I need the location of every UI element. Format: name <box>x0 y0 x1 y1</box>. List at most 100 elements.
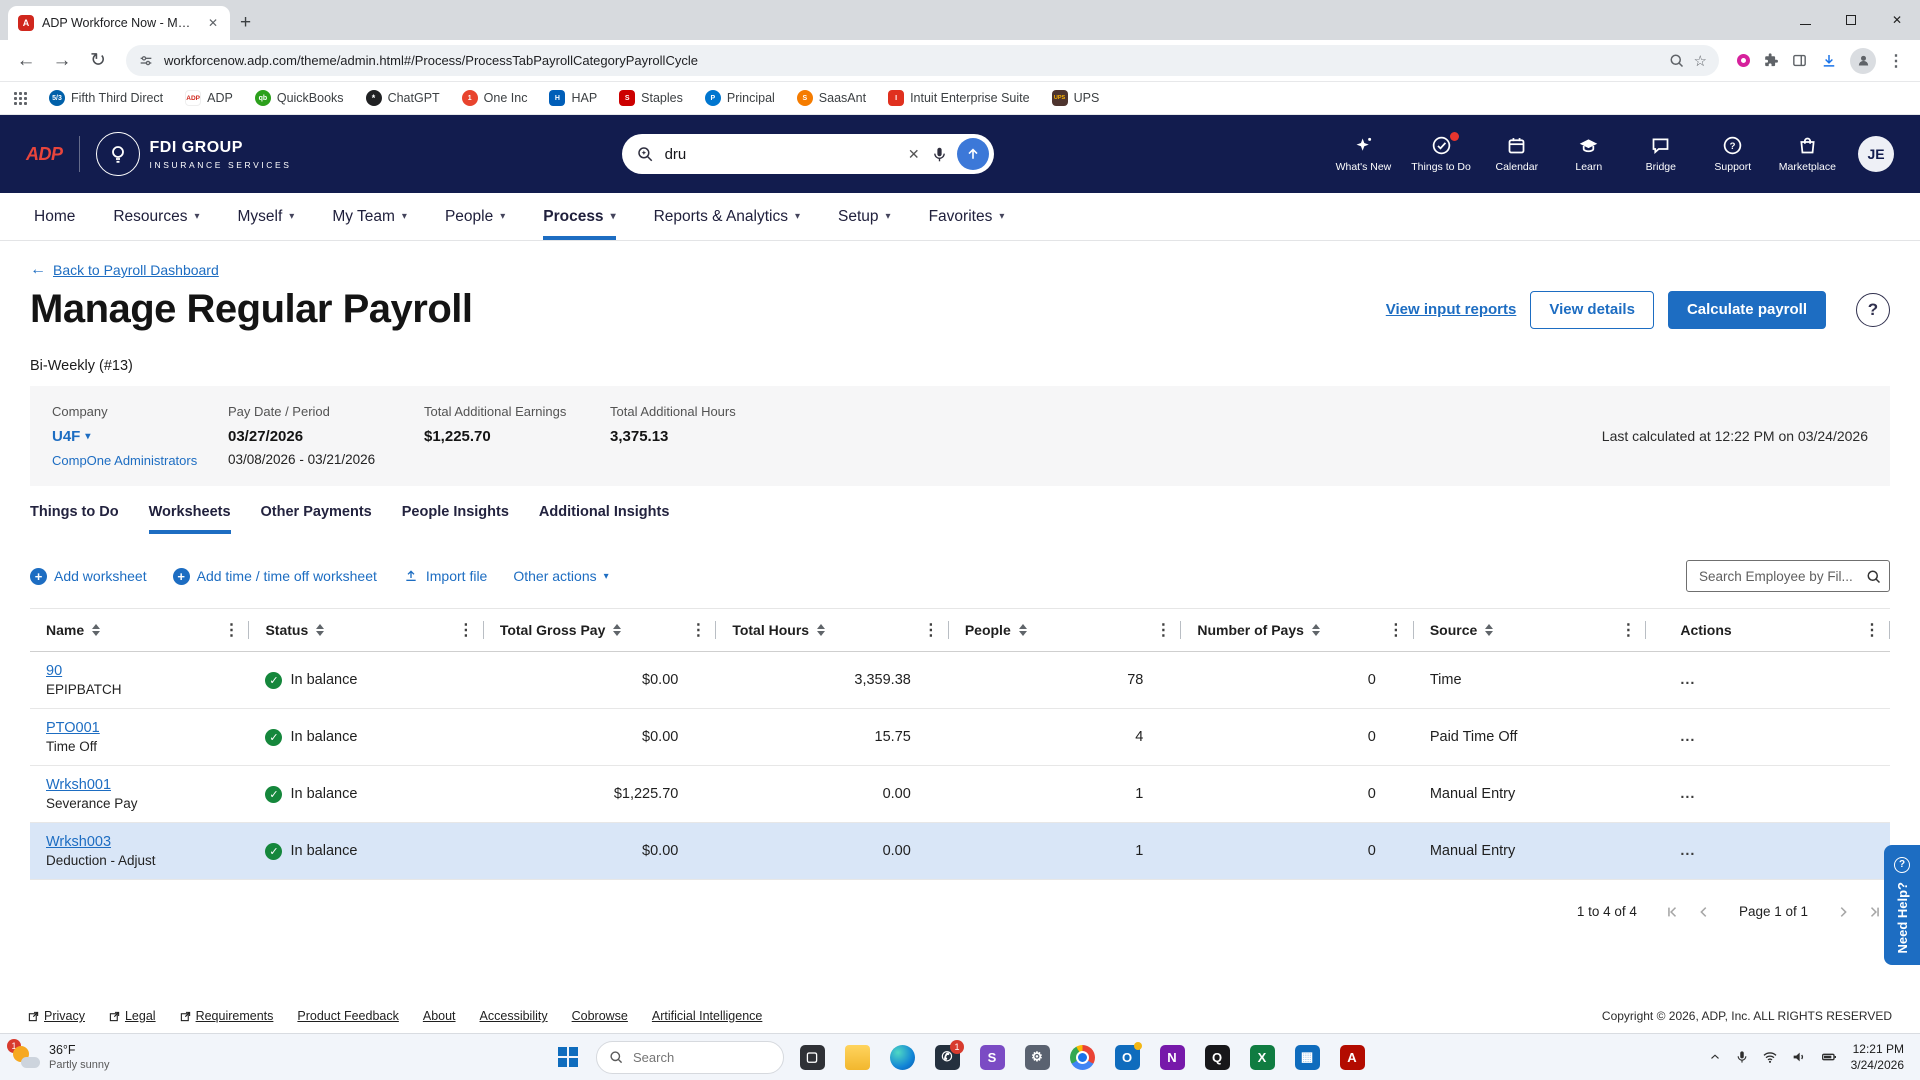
microphone-tray-icon[interactable] <box>1735 1050 1749 1064</box>
global-search[interactable]: ✕ <box>621 134 994 174</box>
zoom-icon[interactable] <box>1669 53 1684 68</box>
sort-icon[interactable] <box>817 624 826 636</box>
tab-close-icon[interactable]: ✕ <box>204 14 222 32</box>
taskbar-search-input[interactable] <box>631 1048 771 1066</box>
app-icon-q[interactable]: Q <box>1200 1040 1234 1074</box>
back-button[interactable]: ← <box>10 45 42 77</box>
column-header-actions[interactable]: Actions ⋮ <box>1646 609 1890 651</box>
column-header-status[interactable]: Status ⋮ <box>249 609 483 651</box>
sort-icon[interactable] <box>1485 624 1494 636</box>
wifi-icon[interactable] <box>1762 1049 1778 1065</box>
phone-link-icon[interactable]: 1 ✆ <box>930 1040 964 1074</box>
marketplace-button[interactable]: Marketplace <box>1779 135 1836 173</box>
footer-cobrowse-link[interactable]: Cobrowse <box>572 1009 628 1023</box>
footer-accessibility-link[interactable]: Accessibility <box>480 1009 548 1023</box>
sort-icon[interactable] <box>316 624 325 636</box>
learn-button[interactable]: Learn <box>1563 135 1615 173</box>
downloads-icon[interactable] <box>1820 52 1838 70</box>
footer-requirements-link[interactable]: Requirements <box>180 1009 273 1023</box>
footer-about-link[interactable]: About <box>423 1009 456 1023</box>
worksheet-name-link[interactable]: Wrksh003 <box>46 834 111 850</box>
add-worksheet-button[interactable]: + Add worksheet <box>30 567 147 585</box>
start-button[interactable] <box>551 1040 585 1074</box>
table-row[interactable]: 90 EPIPBATCH ✓ In balance $0.00 3,359.38 7… <box>30 652 1890 709</box>
first-page-icon[interactable] <box>1665 905 1679 919</box>
employee-search[interactable] <box>1686 560 1890 592</box>
bookmark-saasant[interactable]: S SaasAnt <box>796 90 866 106</box>
column-menu-icon[interactable]: ⋮ <box>923 620 939 640</box>
worksheet-name-link[interactable]: Wrksh001 <box>46 777 111 793</box>
tab-things-to-do[interactable]: Things to Do <box>30 504 119 534</box>
column-menu-icon[interactable]: ⋮ <box>1620 620 1636 640</box>
bookmark-one-inc[interactable]: 1 One Inc <box>461 90 527 106</box>
address-bar[interactable]: workforcenow.adp.com/theme/admin.html#/P… <box>126 45 1719 76</box>
extensions-puzzle-icon[interactable] <box>1762 52 1779 69</box>
column-menu-icon[interactable]: ⋮ <box>1864 620 1880 640</box>
help-button[interactable]: ? <box>1856 292 1890 327</box>
column-menu-icon[interactable]: ⋮ <box>1155 620 1171 640</box>
view-input-reports-link[interactable]: View input reports <box>1386 301 1517 318</box>
worksheet-name-link[interactable]: PTO001 <box>46 720 100 736</box>
row-actions-menu[interactable]: ... <box>1680 672 1695 688</box>
extension-pink-icon[interactable] <box>1737 54 1750 67</box>
bookmark-adp[interactable]: ADP ADP <box>185 90 233 106</box>
calculate-payroll-button[interactable]: Calculate payroll <box>1667 290 1826 329</box>
bookmark-principal[interactable]: P Principal <box>704 90 775 106</box>
sort-icon[interactable] <box>613 624 622 636</box>
nav-myself[interactable]: Myself ▾ <box>237 193 294 240</box>
whats-new-button[interactable]: What's New <box>1336 135 1391 173</box>
other-actions-dropdown[interactable]: Other actions ▾ <box>513 568 608 584</box>
forward-button[interactable]: → <box>46 45 78 77</box>
bookmark-ups[interactable]: UPS UPS <box>1051 90 1099 106</box>
column-header-number-of-pays[interactable]: Number of Pays ⋮ <box>1181 609 1414 651</box>
apps-grid-icon[interactable] <box>14 91 27 105</box>
excel-icon[interactable]: X <box>1245 1040 1279 1074</box>
acrobat-icon[interactable]: A <box>1335 1040 1369 1074</box>
nav-people[interactable]: People ▾ <box>445 193 505 240</box>
bookmark-quickbooks[interactable]: qb QuickBooks <box>254 90 344 106</box>
search-icon[interactable] <box>1866 569 1881 584</box>
things-to-do-button[interactable]: Things to Do <box>1411 132 1471 173</box>
browser-menu-icon[interactable]: ⋮ <box>1888 51 1904 71</box>
media-app-icon[interactable]: S <box>975 1040 1009 1074</box>
bookmark-star-icon[interactable]: ☆ <box>1694 52 1707 70</box>
global-search-input[interactable] <box>662 144 897 164</box>
battery-icon[interactable] <box>1820 1049 1838 1065</box>
clear-search-icon[interactable]: ✕ <box>906 146 922 163</box>
calculator-icon[interactable]: ▦ <box>1290 1040 1324 1074</box>
nav-reports-analytics[interactable]: Reports & Analytics ▾ <box>654 193 800 240</box>
column-menu-icon[interactable]: ⋮ <box>223 620 239 640</box>
window-minimize-button[interactable] <box>1782 0 1828 40</box>
browser-profile-icon[interactable] <box>1850 47 1876 74</box>
sort-icon[interactable] <box>1018 624 1027 636</box>
tray-chevron-up-icon[interactable] <box>1708 1050 1722 1064</box>
window-maximize-button[interactable] <box>1828 0 1874 40</box>
bookmark-fifth-third[interactable]: 5/3 Fifth Third Direct <box>49 90 163 106</box>
user-avatar[interactable]: JE <box>1858 136 1894 172</box>
nav-process[interactable]: Process ▾ <box>543 193 616 240</box>
new-tab-button[interactable]: + <box>240 12 251 34</box>
view-details-button[interactable]: View details <box>1530 290 1654 329</box>
previous-page-icon[interactable] <box>1697 905 1711 919</box>
tab-additional-insights[interactable]: Additional Insights <box>539 504 670 534</box>
settings-icon[interactable]: ⚙ <box>1020 1040 1054 1074</box>
last-page-icon[interactable] <box>1868 905 1882 919</box>
browser-tab[interactable]: A ADP Workforce Now - Manage ✕ <box>8 6 230 40</box>
support-button[interactable]: ? Support <box>1707 135 1759 173</box>
table-row[interactable]: PTO001 Time Off ✓ In balance $0.00 15.75 4… <box>30 709 1890 766</box>
file-explorer-icon[interactable] <box>840 1040 874 1074</box>
import-file-button[interactable]: Import file <box>403 568 487 584</box>
weather-widget[interactable]: 1 36°F Partly sunny <box>0 1039 230 1071</box>
bookmark-hap[interactable]: H HAP <box>549 90 597 106</box>
clock[interactable]: 12:21 PM 3/24/2026 <box>1851 1041 1904 1073</box>
outlook-icon[interactable]: O <box>1110 1040 1144 1074</box>
window-close-button[interactable]: ✕ <box>1874 0 1920 40</box>
search-submit-button[interactable] <box>956 138 989 170</box>
employee-search-input[interactable] <box>1697 567 1866 585</box>
footer-legal-link[interactable]: Legal <box>109 1009 156 1023</box>
table-row[interactable]: Wrksh001 Severance Pay ✓ In balance $1,225… <box>30 766 1890 823</box>
calendar-button[interactable]: Calendar <box>1491 135 1543 173</box>
column-header-source[interactable]: Source ⋮ <box>1414 609 1647 651</box>
tab-other-payments[interactable]: Other Payments <box>261 504 372 534</box>
tab-people-insights[interactable]: People Insights <box>402 504 509 534</box>
